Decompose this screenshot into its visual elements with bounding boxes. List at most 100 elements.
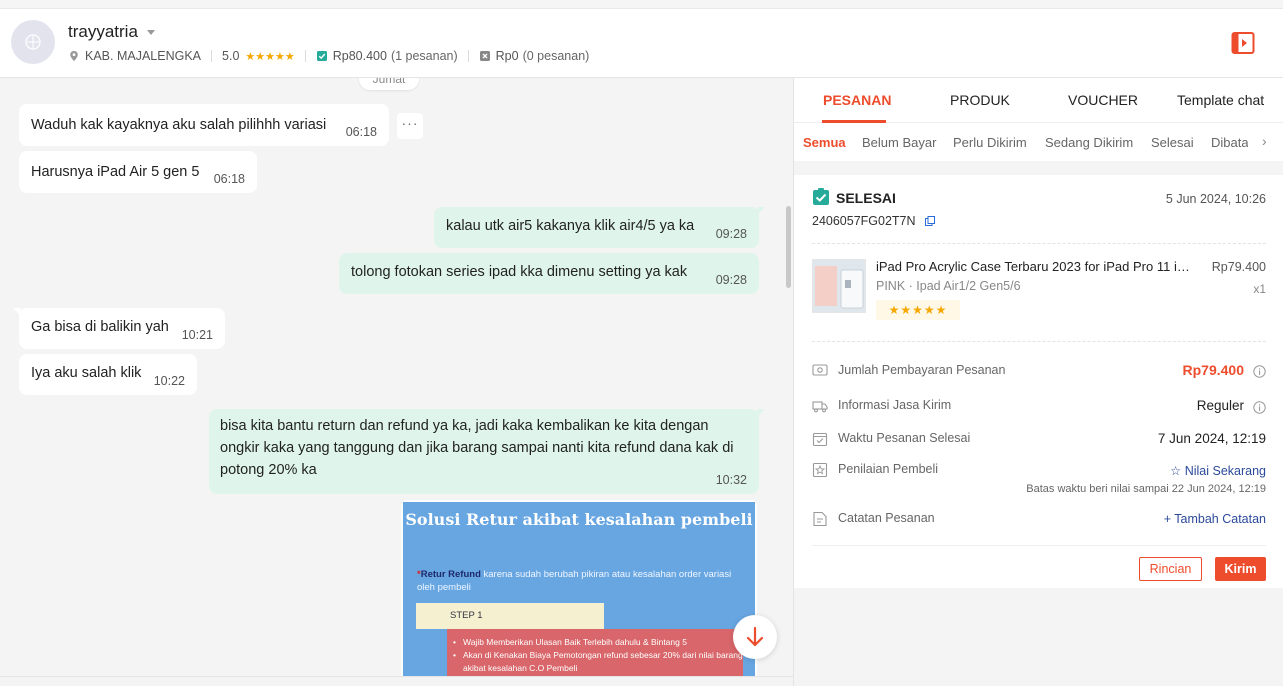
chevron-right-icon: › xyxy=(1262,133,1267,149)
avatar-icon xyxy=(25,34,41,50)
product-rating-stars: ★★★★★ xyxy=(876,300,960,320)
tab-produk[interactable]: PRODUK xyxy=(950,92,1010,108)
info-icon[interactable] xyxy=(1253,401,1266,414)
shipping-value: Reguler xyxy=(1196,398,1244,413)
image-subtitle: *Retur Refund karena sudah berubah pikir… xyxy=(417,569,732,593)
cancelled-count: (0 pesanan) xyxy=(522,49,590,63)
completed-time-label: Waktu Pesanan Selesai xyxy=(838,431,971,445)
chat-scrollbar[interactable] xyxy=(786,206,791,288)
chat-input-edge xyxy=(0,676,793,686)
step-bullet: Wajib Memberikan Ulasan Baik Terlebih da… xyxy=(447,636,743,649)
message-text: Ga bisa di balikin yah xyxy=(31,319,169,335)
message-incoming[interactable]: Iya aku salah klik 10:22 xyxy=(19,354,197,395)
divider xyxy=(812,341,1266,342)
info-icon[interactable] xyxy=(1253,365,1266,378)
message-text: kalau utk air5 kakanya klik air4/5 ya ka xyxy=(446,218,695,234)
message-time: 10:21 xyxy=(181,328,213,342)
filter-semua[interactable]: Semua xyxy=(803,135,846,150)
payment-label: Jumlah Pembayaran Pesanan xyxy=(838,363,1006,377)
cancel-clipboard-icon xyxy=(479,51,490,61)
product-variant: PINK · Ipad Air1/2 Gen5/6 xyxy=(876,279,1021,293)
message-outgoing[interactable]: kalau utk air5 kakanya klik air4/5 ya ka… xyxy=(434,207,765,248)
divider xyxy=(812,243,1266,244)
completed-count: (1 pesanan) xyxy=(390,49,458,63)
message-text: Waduh kak kayaknya aku salah pilihhh var… xyxy=(31,117,327,133)
review-deadline-note: Batas waktu beri nilai sampai 22 Jun 202… xyxy=(1026,483,1266,495)
buyer-meta: KAB. MAJALENGKA 5.0 ★★★★★ Rp80.400 (1 pe… xyxy=(68,49,589,63)
message-incoming[interactable]: Ga bisa di balikin yah 10:21 xyxy=(13,308,225,349)
arrow-down-icon xyxy=(746,626,764,647)
more-options-button[interactable]: ··· xyxy=(397,113,423,139)
note-icon xyxy=(813,511,827,527)
divider xyxy=(812,545,1266,546)
tab-voucher[interactable]: VOUCHER xyxy=(1068,92,1138,108)
cancelled-amount: Rp0 xyxy=(495,49,519,63)
day-separator: Jumat xyxy=(359,78,419,90)
avatar[interactable] xyxy=(11,20,55,64)
message-text: tolong fotokan series ipad kka dimenu se… xyxy=(351,264,688,280)
chat-panel[interactable]: Jumat Waduh kak kayaknya aku salah pilih… xyxy=(0,78,793,686)
filter-perlu-dikirim[interactable]: Perlu Dikirim xyxy=(953,135,1027,150)
filter-selesai[interactable]: Selesai xyxy=(1151,135,1194,150)
side-tabs: PESANAN PRODUK VOUCHER Template chat xyxy=(794,78,1283,123)
step-label: STEP 1 xyxy=(416,603,604,629)
filter-sedang-dikirim[interactable]: Sedang Dikirim xyxy=(1045,135,1133,150)
divider xyxy=(467,50,469,62)
rating-stars: ★★★★★ xyxy=(245,50,295,63)
check-clipboard-icon xyxy=(316,51,327,61)
username[interactable]: trayyatria xyxy=(68,22,138,42)
star-review-icon xyxy=(812,462,828,478)
copy-icon[interactable] xyxy=(925,216,935,226)
calendar-check-icon xyxy=(812,432,828,447)
product-quantity: x1 xyxy=(1253,282,1266,296)
product-name[interactable]: iPad Pro Acrylic Case Terbaru 2023 for i… xyxy=(876,259,1196,274)
product-price: Rp79.400 xyxy=(1211,260,1266,274)
send-order-button[interactable]: Kirim xyxy=(1215,557,1266,581)
tab-template-chat[interactable]: Template chat xyxy=(1177,92,1264,108)
rate-now-link[interactable]: ☆ Nilai Sekarang xyxy=(1170,463,1266,478)
chevron-down-icon[interactable] xyxy=(147,30,155,35)
completed-status-icon xyxy=(813,188,829,205)
image-message[interactable]: Solusi Retur akibat kesalahan pembeli *R… xyxy=(401,500,757,685)
completed-amount: Rp80.400 xyxy=(332,49,387,63)
location-pin-icon xyxy=(70,51,78,61)
message-time: 10:32 xyxy=(715,473,747,487)
video-call-icon[interactable] xyxy=(1231,31,1255,55)
product-image xyxy=(813,260,865,312)
plus-icon: + xyxy=(1163,512,1175,526)
filter-belum-bayar[interactable]: Belum Bayar xyxy=(862,135,936,150)
order-filter-tabs: Semua Belum Bayar Perlu Dikirim Sedang D… xyxy=(794,123,1283,161)
chat-header: trayyatria KAB. MAJALENGKA 5.0 ★★★★★ Rp8… xyxy=(0,9,1283,78)
message-outgoing[interactable]: bisa kita bantu return dan refund ya ka,… xyxy=(209,409,765,494)
message-time: 10:22 xyxy=(153,374,185,388)
message-text: bisa kita bantu return dan refund ya ka,… xyxy=(220,418,734,478)
order-date: 5 Jun 2024, 10:26 xyxy=(1165,192,1266,206)
scroll-to-bottom-button[interactable] xyxy=(733,615,777,659)
order-details-button[interactable]: Rincian xyxy=(1139,557,1202,581)
step-bullet: Akan di Kenakan Biaya Pemotongan refund … xyxy=(447,649,743,675)
message-outgoing[interactable]: tolong fotokan series ipad kka dimenu se… xyxy=(339,253,759,294)
order-id: 2406057FG02T7N xyxy=(812,214,916,228)
add-note-link[interactable]: + Tambah Catatan xyxy=(1164,512,1266,526)
notes-label: Catatan Pesanan xyxy=(838,511,935,525)
order-card: SELESAI 5 Jun 2024, 10:26 2406057FG02T7N… xyxy=(794,175,1283,588)
image-title: Solusi Retur akibat kesalahan pembeli xyxy=(405,510,753,529)
message-text: Harusnya iPad Air 5 gen 5 xyxy=(31,164,200,180)
truck-icon xyxy=(812,401,828,413)
order-status: SELESAI xyxy=(836,190,896,206)
star-outline-icon: ☆ xyxy=(1170,464,1185,478)
message-incoming[interactable]: Waduh kak kayaknya aku salah pilihhh var… xyxy=(19,104,389,146)
message-time: 09:28 xyxy=(715,227,747,241)
window-top-strip xyxy=(0,0,1283,9)
product-thumbnail[interactable] xyxy=(812,259,866,313)
message-incoming[interactable]: Harusnya iPad Air 5 gen 5 06:18 xyxy=(19,151,257,193)
divider xyxy=(211,50,213,62)
tab-pesanan[interactable]: PESANAN xyxy=(823,92,891,108)
order-side-panel: PESANAN PRODUK VOUCHER Template chat Sem… xyxy=(793,78,1283,686)
message-time: 06:18 xyxy=(213,172,245,186)
message-text: Iya aku salah klik xyxy=(31,365,142,381)
payment-icon xyxy=(812,364,828,376)
filter-scroll-right[interactable]: › xyxy=(1248,123,1283,161)
shipping-label: Informasi Jasa Kirim xyxy=(838,398,952,412)
review-label: Penilaian Pembeli xyxy=(838,462,939,476)
